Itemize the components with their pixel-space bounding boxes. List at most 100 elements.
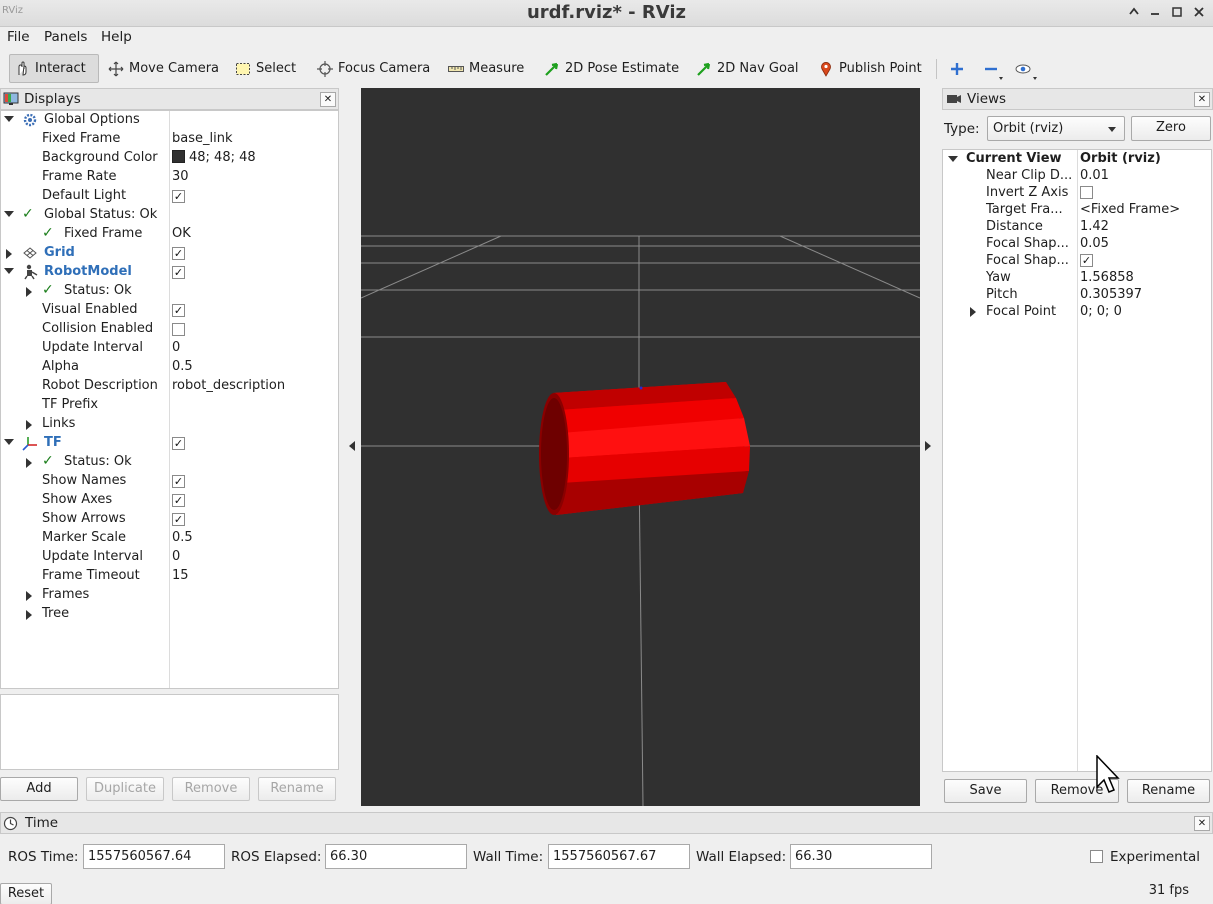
tree-row-near-clip[interactable]: Near Clip D... 0.01 — [943, 168, 1211, 185]
collapse-right-panel-arrow-icon[interactable] — [925, 441, 931, 451]
property-value[interactable]: 1.56858 — [1080, 270, 1134, 285]
property-value[interactable]: 48; 48; 48 — [172, 150, 256, 165]
tree-row-visual-enabled[interactable]: Visual Enabled ✓ — [1, 301, 339, 320]
rename-view-button[interactable]: Rename — [1127, 779, 1210, 803]
checkbox[interactable]: ✓ — [172, 266, 185, 279]
property-value[interactable]: robot_description — [172, 378, 285, 393]
property-value[interactable]: 0.05 — [1080, 236, 1109, 251]
tool-interact[interactable]: Interact — [9, 54, 99, 83]
tree-row-target-frame[interactable]: Target Fra... <Fixed Frame> — [943, 202, 1211, 219]
property-value[interactable]: 0.305397 — [1080, 287, 1142, 302]
tree-row-show-names[interactable]: Show Names ✓ — [1, 472, 339, 491]
expand-arrow-icon[interactable] — [26, 458, 32, 468]
minimize-window-button[interactable] — [1145, 4, 1165, 22]
tree-row-update-interval[interactable]: Update Interval 0 — [1, 339, 339, 358]
tree-row-focal-shape-size[interactable]: Focal Shap... 0.05 — [943, 236, 1211, 253]
property-value[interactable]: 0.5 — [172, 359, 193, 374]
checkbox[interactable] — [1080, 186, 1093, 199]
tree-row-focal-point[interactable]: Focal Point 0; 0; 0 — [943, 304, 1211, 321]
color-swatch[interactable] — [172, 150, 185, 163]
tool-publish-point[interactable]: Publish Point — [814, 54, 926, 83]
property-value[interactable]: 15 — [172, 568, 189, 583]
property-value[interactable]: 0 — [172, 549, 180, 564]
collapse-arrow-icon[interactable] — [948, 156, 958, 162]
tool-measure[interactable]: Measure — [444, 54, 528, 83]
expand-arrow-icon[interactable] — [6, 249, 12, 259]
displays-tree[interactable]: Global Options Fixed Frame base_link Bac… — [0, 110, 339, 689]
checkbox[interactable] — [172, 323, 185, 336]
wall-elapsed-field[interactable]: 66.30 — [790, 844, 932, 869]
tree-row-links[interactable]: Links — [1, 415, 339, 434]
tree-row-default-light[interactable]: Default Light ✓ — [1, 187, 339, 206]
collapse-arrow-icon[interactable] — [4, 116, 14, 122]
panel-visibility-button[interactable] — [1011, 54, 1040, 83]
tree-row-global-options[interactable]: Global Options — [1, 111, 339, 130]
checkbox[interactable]: ✓ — [172, 494, 185, 507]
tree-row-pitch[interactable]: Pitch 0.305397 — [943, 287, 1211, 304]
collapse-arrow-icon[interactable] — [4, 439, 14, 445]
tree-row-fixed-frame[interactable]: Fixed Frame base_link — [1, 130, 339, 149]
wall-time-field[interactable]: 1557560567.67 — [548, 844, 690, 869]
add-tool-button[interactable] — [945, 54, 974, 83]
tree-row-tf-prefix[interactable]: TF Prefix — [1, 396, 339, 415]
tree-row-grid[interactable]: Grid ✓ — [1, 244, 339, 263]
collapse-arrow-icon[interactable] — [4, 268, 14, 274]
property-value[interactable]: 0; 0; 0 — [1080, 304, 1122, 319]
tree-row-robot-status[interactable]: ✓ Status: Ok — [1, 282, 339, 301]
property-value[interactable]: 30 — [172, 169, 189, 184]
tree-row-collision-enabled[interactable]: Collision Enabled — [1, 320, 339, 339]
tree-row-robot-model[interactable]: RobotModel ✓ — [1, 263, 339, 282]
menu-help[interactable]: Help — [101, 29, 132, 45]
checkbox[interactable]: ✓ — [172, 190, 185, 203]
menu-file[interactable]: File — [7, 29, 30, 45]
views-close-button[interactable]: ✕ — [1194, 92, 1210, 107]
checkbox[interactable]: ✓ — [172, 437, 185, 450]
rename-display-button[interactable]: Rename — [258, 777, 336, 801]
ros-time-field[interactable]: 1557560567.64 — [83, 844, 225, 869]
tree-row-tf-status[interactable]: ✓ Status: Ok — [1, 453, 339, 472]
tool-focus-camera[interactable]: Focus Camera — [313, 54, 434, 83]
render-viewport[interactable] — [361, 88, 920, 806]
tree-row-yaw[interactable]: Yaw 1.56858 — [943, 270, 1211, 287]
expand-arrow-icon[interactable] — [26, 591, 32, 601]
maximize-window-button[interactable] — [1167, 4, 1187, 22]
tree-row-fixed-frame-status[interactable]: ✓ Fixed Frame OK — [1, 225, 339, 244]
duplicate-display-button[interactable]: Duplicate — [86, 777, 164, 801]
reset-button[interactable]: Reset — [0, 883, 52, 904]
property-value[interactable]: 0.01 — [1080, 168, 1109, 183]
3d-scene[interactable] — [361, 88, 920, 806]
collapse-left-panel-arrow-icon[interactable] — [349, 441, 355, 451]
checkbox[interactable]: ✓ — [1080, 254, 1093, 267]
tool-move-camera[interactable]: Move Camera — [104, 54, 223, 83]
close-window-button[interactable] — [1189, 4, 1209, 22]
remove-display-button[interactable]: Remove — [172, 777, 250, 801]
add-display-button[interactable]: Add — [0, 777, 78, 801]
tree-row-frames[interactable]: Frames — [1, 586, 339, 605]
tree-row-alpha[interactable]: Alpha 0.5 — [1, 358, 339, 377]
tree-row-tf-update-interval[interactable]: Update Interval 0 — [1, 548, 339, 567]
tree-row-tree[interactable]: Tree — [1, 605, 339, 624]
view-type-select[interactable]: Orbit (rviz) — [987, 116, 1125, 141]
property-value[interactable]: 0.5 — [172, 530, 193, 545]
experimental-checkbox[interactable] — [1090, 850, 1103, 863]
expand-arrow-icon[interactable] — [26, 610, 32, 620]
tree-row-global-status[interactable]: ✓ Global Status: Ok — [1, 206, 339, 225]
tree-row-distance[interactable]: Distance 1.42 — [943, 219, 1211, 236]
tool-2d-pose-estimate[interactable]: 2D Pose Estimate — [540, 54, 683, 83]
expand-arrow-icon[interactable] — [970, 307, 976, 317]
property-value[interactable]: base_link — [172, 131, 232, 146]
collapse-arrow-icon[interactable] — [4, 211, 14, 217]
tree-row-background-color[interactable]: Background Color 48; 48; 48 — [1, 149, 339, 168]
tool-select[interactable]: Select — [231, 54, 300, 83]
time-close-button[interactable]: ✕ — [1194, 816, 1210, 831]
zero-view-button[interactable]: Zero — [1131, 116, 1211, 141]
ros-elapsed-field[interactable]: 66.30 — [325, 844, 467, 869]
property-value[interactable]: <Fixed Frame> — [1080, 202, 1180, 217]
property-value[interactable]: 1.42 — [1080, 219, 1109, 234]
menu-panels[interactable]: Panels — [44, 29, 87, 45]
checkbox[interactable]: ✓ — [172, 247, 185, 260]
tree-row-frame-rate[interactable]: Frame Rate 30 — [1, 168, 339, 187]
tree-row-marker-scale[interactable]: Marker Scale 0.5 — [1, 529, 339, 548]
shade-window-button[interactable] — [1124, 4, 1144, 22]
expand-arrow-icon[interactable] — [26, 420, 32, 430]
